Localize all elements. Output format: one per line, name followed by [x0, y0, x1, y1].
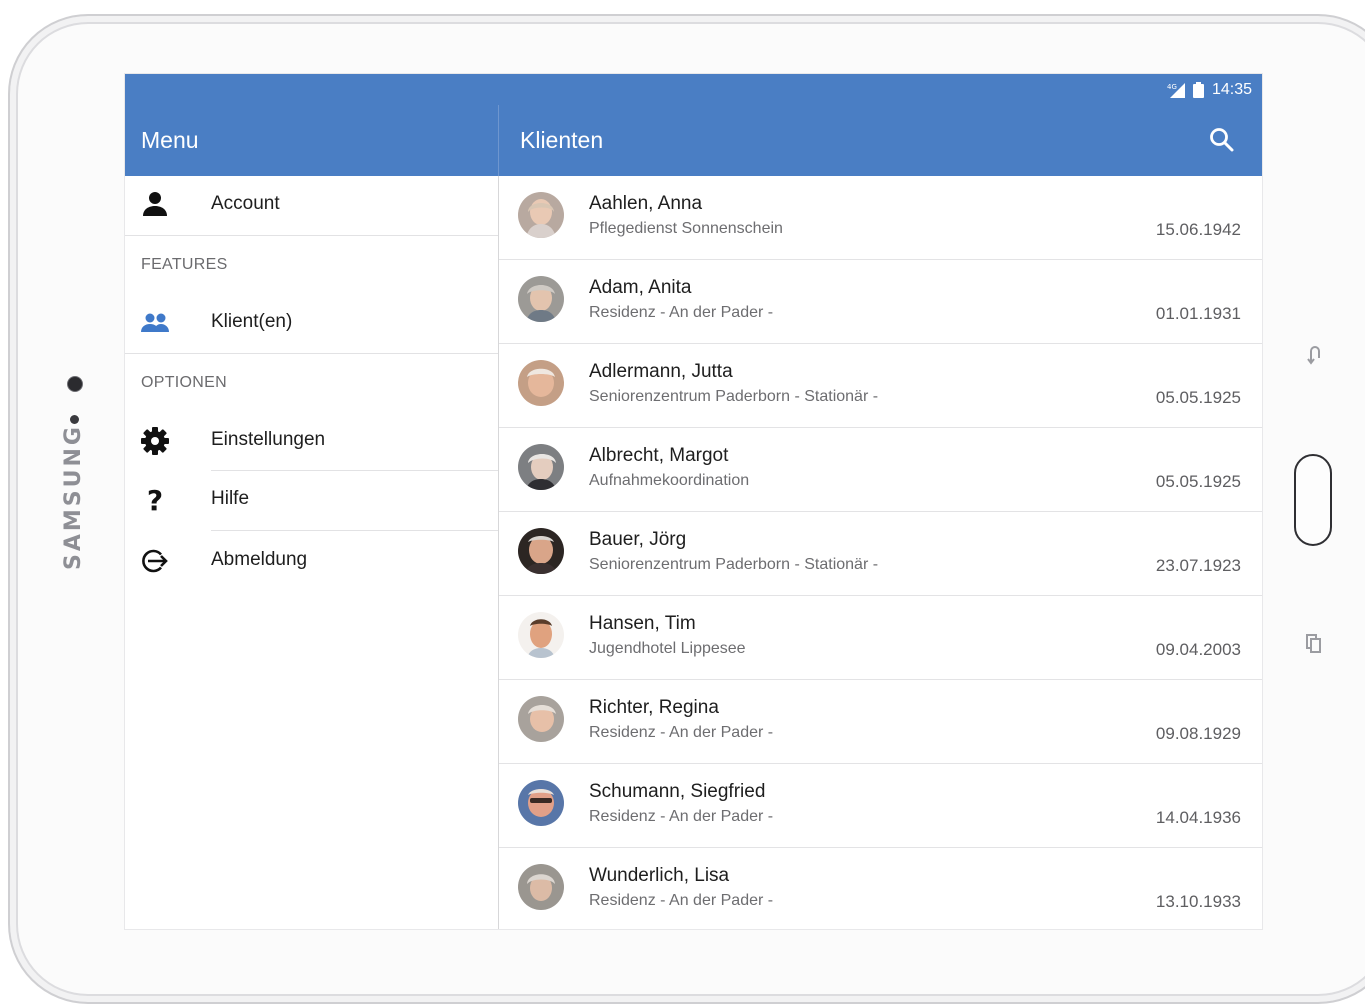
drawer-item-label: Abmeldung: [211, 549, 308, 570]
hardware-recents-button[interactable]: [1300, 630, 1330, 660]
client-organization: Pflegedienst Sonnenschein: [589, 220, 783, 237]
client-row[interactable]: Aahlen, Anna Pflegedienst Sonnenschein 1…: [499, 176, 1262, 260]
client-row[interactable]: Richter, Regina Residenz - An der Pader …: [499, 680, 1262, 764]
client-organization: Aufnahmekoordination: [589, 472, 750, 489]
status-time: 14:35: [1211, 80, 1252, 98]
signal-icon: 4G: [1167, 82, 1185, 98]
hardware-home-button[interactable]: [1294, 454, 1332, 546]
client-name: Hansen, Tim: [589, 613, 696, 634]
client-organization: Jugendhotel Lippesee: [589, 640, 746, 657]
section-header-features: FEATURES: [141, 256, 228, 273]
client-name: Schumann, Siegfried: [589, 781, 766, 802]
question-mark-icon: ?: [140, 485, 170, 515]
drawer-item-settings[interactable]: Einstellungen: [125, 412, 498, 470]
client-name: Aahlen, Anna: [589, 193, 703, 214]
avatar: [518, 192, 564, 238]
client-name: Adlermann, Jutta: [589, 361, 733, 382]
client-name: Adam, Anita: [589, 277, 692, 298]
client-row[interactable]: Schumann, Siegfried Residenz - An der Pa…: [499, 764, 1262, 848]
back-arrow-icon: [1307, 346, 1320, 365]
client-row[interactable]: Bauer, Jörg Seniorenzentrum Paderborn - …: [499, 512, 1262, 596]
client-row[interactable]: Albrecht, Margot Aufnahmekoordination 05…: [499, 428, 1262, 512]
client-name: Bauer, Jörg: [589, 529, 687, 550]
avatar: [518, 696, 564, 742]
client-organization: Seniorenzentrum Paderborn - Stationär -: [589, 388, 879, 405]
client-row[interactable]: Adlermann, Jutta Seniorenzentrum Paderbo…: [499, 344, 1262, 428]
person-icon: [140, 190, 170, 220]
drawer-item-account[interactable]: Account: [125, 176, 498, 234]
drawer-item-label: Hilfe: [211, 488, 250, 509]
avatar: [518, 444, 564, 490]
divider: [125, 353, 498, 354]
search-button[interactable]: [1208, 126, 1236, 154]
recents-icon-front: [1310, 638, 1321, 653]
client-birthdate: 13.10.1933: [1155, 892, 1241, 911]
client-name: Richter, Regina: [589, 697, 719, 718]
client-birthdate: 09.04.2003: [1155, 640, 1241, 659]
avatar: [518, 780, 564, 826]
client-list: Aahlen, Anna Pflegedienst Sonnenschein 1…: [499, 176, 1262, 929]
svg-text:?: ?: [147, 485, 163, 515]
avatar: [518, 528, 564, 574]
client-row[interactable]: Adam, Anita Residenz - An der Pader - 01…: [499, 260, 1262, 344]
avatar: [518, 360, 564, 406]
client-birthdate: 23.07.1923: [1155, 556, 1241, 575]
client-name: Wunderlich, Lisa: [589, 865, 730, 886]
client-birthdate: 15.06.1942: [1155, 220, 1241, 239]
avatar: [518, 864, 564, 910]
drawer-item-label: Account: [211, 193, 280, 214]
device-brand: SAMSUNG: [61, 424, 86, 570]
client-organization: Residenz - An der Pader -: [589, 892, 774, 909]
logout-icon: [140, 546, 170, 576]
drawer-item-label: Einstellungen: [211, 429, 326, 450]
client-birthdate: 05.05.1925: [1155, 388, 1241, 407]
client-row[interactable]: Hansen, Tim Jugendhotel Lippesee 09.04.2…: [499, 596, 1262, 680]
client-birthdate: 14.04.1936: [1155, 808, 1241, 827]
people-icon: [140, 308, 170, 338]
avatar: [518, 276, 564, 322]
client-name: Albrecht, Margot: [589, 445, 729, 466]
drawer-item-label: Klient(en): [211, 311, 293, 332]
device-screen: 4G 14:35 Menu Klienten Account FEATURES …: [125, 74, 1262, 929]
gear-icon: [140, 426, 170, 456]
battery-icon: [1192, 81, 1204, 98]
client-organization: Residenz - An der Pader -: [589, 808, 774, 825]
drawer-item-clients[interactable]: Klient(en): [125, 294, 498, 352]
divider: [211, 530, 498, 531]
status-bar: 4G 14:35: [125, 74, 1262, 105]
client-organization: Residenz - An der Pader -: [589, 724, 774, 741]
main-app-bar: Klienten: [499, 105, 1262, 176]
drawer-header: Menu: [125, 105, 499, 176]
drawer-title: Menu: [141, 127, 199, 153]
drawer-item-help[interactable]: ? Hilfe: [125, 471, 498, 529]
client-organization: Seniorenzentrum Paderborn - Stationär -: [589, 556, 879, 573]
svg-text:4G: 4G: [1167, 83, 1177, 91]
client-organization: Residenz - An der Pader -: [589, 304, 774, 321]
divider: [125, 235, 498, 236]
avatar: [518, 612, 564, 658]
sensor-icon: [70, 415, 79, 424]
client-birthdate: 09.08.1929: [1155, 724, 1241, 743]
status-icons: 4G 14:35: [1167, 74, 1252, 105]
hardware-back-button[interactable]: [1300, 340, 1330, 370]
drawer-item-logout[interactable]: Abmeldung: [125, 532, 498, 590]
page-title: Klienten: [520, 127, 604, 153]
section-header-options: OPTIONEN: [141, 374, 227, 391]
client-birthdate: 01.01.1931: [1155, 304, 1241, 323]
client-row[interactable]: Wunderlich, Lisa Residenz - An der Pader…: [499, 848, 1262, 929]
camera-icon: [67, 376, 83, 392]
search-icon: [1210, 128, 1234, 152]
client-birthdate: 05.05.1925: [1155, 472, 1241, 491]
navigation-drawer: Account FEATURES Klient(en) OPTIONEN Ein…: [125, 176, 499, 929]
